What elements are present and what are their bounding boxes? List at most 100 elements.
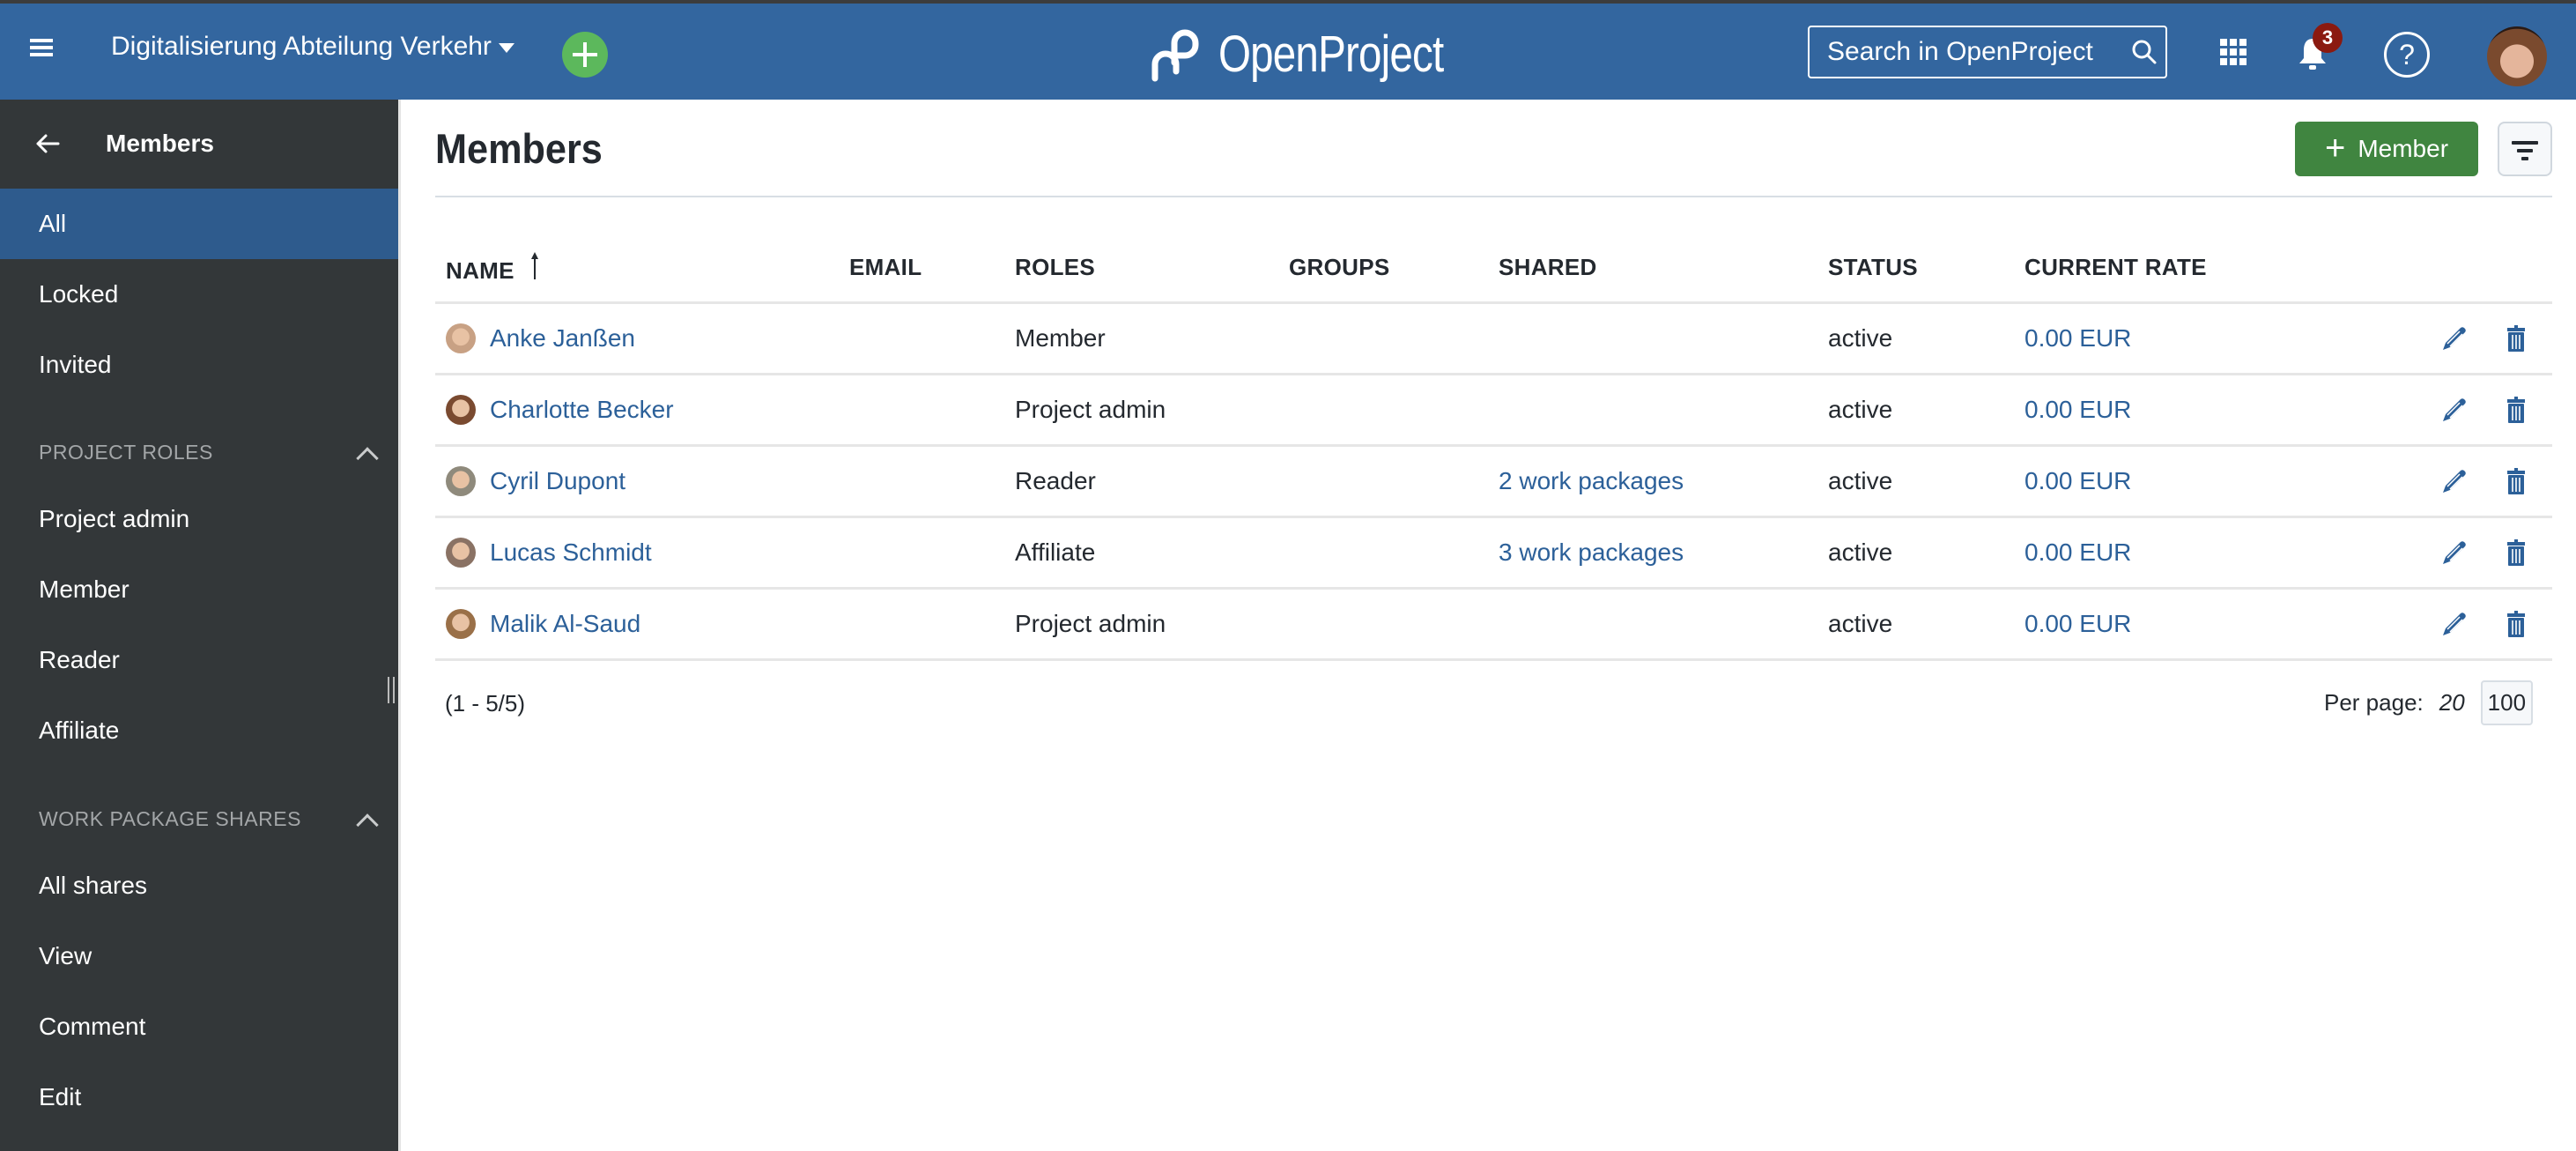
delete-trash-icon[interactable]: [2501, 466, 2531, 496]
sort-ascending-icon: [530, 251, 538, 279]
delete-trash-icon[interactable]: [2501, 538, 2531, 568]
member-name-link[interactable]: Anke Janßen: [490, 324, 635, 353]
page-title: Members: [435, 125, 603, 172]
cell-shared: 3 work packages: [1488, 516, 1817, 590]
menu-toggle-button[interactable]: [30, 39, 53, 60]
column-header-status[interactable]: STATUS: [1817, 234, 2014, 304]
member-avatar: [446, 394, 476, 425]
sidebar-item-affiliate[interactable]: Affiliate: [0, 695, 398, 766]
member-avatar: [446, 465, 476, 496]
cell-email: [839, 588, 1004, 661]
per-page-selector: Per page: 20 100: [2324, 680, 2534, 725]
cell-name: Anke Janßen: [435, 302, 839, 375]
help-icon[interactable]: ?: [2384, 32, 2430, 78]
cell-status: active: [1817, 374, 2014, 447]
edit-pencil-icon[interactable]: [2439, 395, 2469, 425]
cell-status: active: [1817, 445, 2014, 518]
delete-trash-icon[interactable]: [2501, 609, 2531, 639]
user-avatar[interactable]: [2487, 26, 2547, 86]
table-row: Anke Janßen Member active 0.00 EUR: [435, 302, 2552, 375]
current-rate-link[interactable]: 0.00 EUR: [2025, 396, 2131, 423]
sidebar-title: Members: [106, 130, 214, 157]
member-name-link[interactable]: Cyril Dupont: [490, 467, 625, 495]
cell-email: [839, 445, 1004, 518]
current-rate-link[interactable]: 0.00 EUR: [2025, 538, 2131, 566]
column-header-groups[interactable]: GROUPS: [1278, 234, 1488, 304]
add-member-button[interactable]: + Member: [2295, 122, 2478, 176]
sidebar-item-edit[interactable]: Edit: [0, 1062, 398, 1132]
sidebar-item-view[interactable]: View: [0, 921, 398, 991]
filter-icon: [2512, 141, 2538, 145]
chevron-up-icon: [356, 813, 379, 836]
edit-pencil-icon[interactable]: [2439, 466, 2469, 496]
table-row: Cyril Dupont Reader 2 work packages acti…: [435, 445, 2552, 518]
cell-groups: [1278, 516, 1488, 590]
member-avatar: [446, 608, 476, 639]
filter-icon-bar: [2517, 149, 2533, 152]
sidebar-item-all[interactable]: All: [0, 189, 398, 259]
cell-email: [839, 516, 1004, 590]
sidebar-item-locked[interactable]: Locked: [0, 259, 398, 330]
column-header-shared[interactable]: SHARED: [1488, 234, 1817, 304]
section-work-package-shares[interactable]: WORK PACKAGE SHARES: [0, 792, 398, 845]
filter-button[interactable]: [2498, 122, 2552, 176]
cell-groups: [1278, 374, 1488, 447]
member-name-link[interactable]: Malik Al-Saud: [490, 610, 640, 638]
cell-roles: Project admin: [1004, 588, 1278, 661]
column-header-actions: [2278, 234, 2552, 304]
column-header-name[interactable]: NAME: [435, 234, 839, 304]
current-rate-link[interactable]: 0.00 EUR: [2025, 467, 2131, 494]
openproject-logo[interactable]: OpenProject: [1150, 25, 1492, 84]
sidebar-item-all-shares[interactable]: All shares: [0, 850, 398, 921]
edit-pencil-icon[interactable]: [2439, 538, 2469, 568]
sidebar-item-invited[interactable]: Invited: [0, 330, 398, 400]
edit-pencil-icon[interactable]: [2439, 323, 2469, 353]
cell-actions: [2278, 516, 2552, 590]
column-header-current-rate[interactable]: CURRENT RATE: [2014, 234, 2278, 304]
per-page-option-20[interactable]: 20: [2439, 689, 2465, 717]
cell-roles: Reader: [1004, 445, 1278, 518]
table-row: Malik Al-Saud Project admin active 0.00 …: [435, 588, 2552, 661]
sidebar-item-member[interactable]: Member: [0, 554, 398, 625]
edit-pencil-icon[interactable]: [2439, 609, 2469, 639]
section-project-roles[interactable]: PROJECT ROLES: [0, 426, 398, 479]
shared-work-packages-link[interactable]: 2 work packages: [1499, 467, 1684, 494]
project-selector[interactable]: Digitalisierung Abteilung Verkehr: [111, 32, 514, 62]
per-page-option-100[interactable]: 100: [2480, 680, 2534, 725]
sidebar-resize-handle[interactable]: [388, 677, 395, 703]
main-content: Members + Member NAME EMAIL ROLES GROUPS…: [401, 100, 2576, 1151]
cell-actions: [2278, 374, 2552, 447]
notification-count-badge: 3: [2313, 23, 2343, 53]
member-avatar: [446, 323, 476, 353]
global-search-input[interactable]: Search in OpenProject: [1808, 26, 2167, 78]
hamburger-icon: [30, 39, 53, 42]
column-header-email[interactable]: EMAIL: [839, 234, 1004, 304]
current-rate-link[interactable]: 0.00 EUR: [2025, 324, 2131, 352]
member-avatar: [446, 537, 476, 568]
sidebar-item-reader[interactable]: Reader: [0, 625, 398, 695]
delete-trash-icon[interactable]: [2501, 395, 2531, 425]
cell-name: Charlotte Becker: [435, 374, 839, 447]
quick-add-button[interactable]: [562, 32, 608, 78]
cell-name: Malik Al-Saud: [435, 588, 839, 661]
cell-groups: [1278, 588, 1488, 661]
cell-current-rate: 0.00 EUR: [2014, 588, 2278, 661]
cell-shared: [1488, 588, 1817, 661]
current-rate-link[interactable]: 0.00 EUR: [2025, 610, 2131, 637]
member-name-link[interactable]: Charlotte Becker: [490, 396, 674, 424]
cell-roles: Affiliate: [1004, 516, 1278, 590]
shared-work-packages-link[interactable]: 3 work packages: [1499, 538, 1684, 566]
back-arrow-icon[interactable]: [35, 130, 63, 158]
member-name-link[interactable]: Lucas Schmidt: [490, 538, 652, 567]
search-icon[interactable]: [2123, 31, 2165, 73]
chevron-up-icon: [356, 447, 379, 470]
column-header-roles[interactable]: ROLES: [1004, 234, 1278, 304]
members-table: NAME EMAIL ROLES GROUPS SHARED STATUS CU…: [435, 234, 2552, 661]
openproject-logo-icon: [1151, 29, 1199, 81]
cell-current-rate: 0.00 EUR: [2014, 374, 2278, 447]
sidebar-item-project-admin[interactable]: Project admin: [0, 484, 398, 554]
modules-grid-icon[interactable]: [2220, 39, 2247, 65]
sidebar-item-comment[interactable]: Comment: [0, 991, 398, 1062]
cell-name: Lucas Schmidt: [435, 516, 839, 590]
delete-trash-icon[interactable]: [2501, 323, 2531, 353]
